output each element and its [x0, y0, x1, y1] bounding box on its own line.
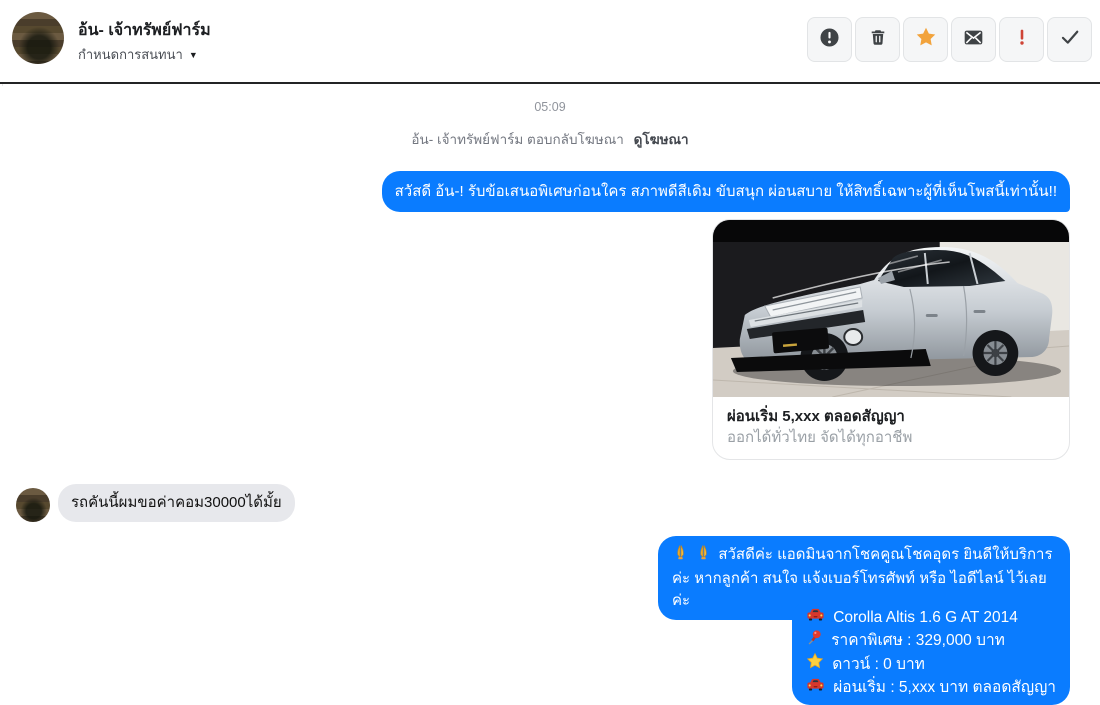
car-icon	[806, 677, 825, 699]
delete-button[interactable]	[855, 17, 900, 62]
star-button[interactable]	[903, 17, 948, 62]
pushpin-icon	[806, 629, 823, 653]
thread-timestamp: 05:09	[534, 100, 566, 114]
spec-line-installment: ผ่อนเริ่ม : 5,xxx บาท ตลอดสัญญา	[806, 677, 1056, 699]
report-spam-icon	[819, 27, 840, 53]
conversation-schedule-dropdown[interactable]: กำหนดการสนทนา ▼	[78, 44, 198, 65]
envelope-icon	[963, 27, 984, 53]
contact-avatar[interactable]	[12, 12, 64, 64]
ad-reply-context: อ้น- เจ้าทรัพย์ฟาร์ม ตอบกลับโฆษณา ดูโฆษณ…	[0, 128, 1100, 150]
ad-card[interactable]: ผ่อนเริ่ม 5,xxx ตลอดสัญญา ออกได้ทั่วไทย …	[712, 219, 1070, 460]
spec-line-model: Corolla Altis 1.6 G AT 2014	[806, 607, 1056, 629]
car-icon	[806, 607, 825, 629]
moderation-toolbar	[807, 17, 1092, 62]
spec-price-text: ราคาพิเศษ : 329,000 บาท	[831, 631, 1005, 649]
spec-down-text: ดาวน์ : 0 บาท	[832, 655, 925, 673]
gold-star-icon	[806, 652, 824, 677]
trash-icon	[868, 27, 888, 52]
incoming-message-commission: รถคันนี้ผมขอค่าคอม30000ได้มั้ย	[58, 484, 295, 522]
spec-line-down: ดาวน์ : 0 บาท	[806, 652, 1056, 677]
message-thread: 05:09 อ้น- เจ้าทรัพย์ฟาร์ม ตอบกลับโฆษณา …	[0, 86, 1100, 705]
spec-installment-text: ผ่อนเริ่ม : 5,xxx บาท ตลอดสัญญา	[833, 678, 1056, 696]
view-ad-link[interactable]: ดูโฆษณา	[634, 132, 689, 147]
outgoing-message-greeting: สวัสดี อ้น-! รับข้อเสนอพิเศษก่อนใคร สภาพ…	[381, 171, 1070, 212]
contact-name[interactable]: อ้น- เจ้าทรัพย์ฟาร์ม	[78, 18, 211, 43]
conversation-schedule-label: กำหนดการสนทนา	[78, 47, 183, 62]
mark-unread-button[interactable]	[951, 17, 996, 62]
spec-model-text: Corolla Altis 1.6 G AT 2014	[833, 609, 1018, 626]
conversation-header: อ้น- เจ้าทรัพย์ฟาร์ม กำหนดการสนทนา ▼	[0, 0, 1100, 84]
ad-card-subtitle: ออกได้ทั่วไทย จัดได้ทุกอาชีพ	[727, 429, 913, 446]
mark-done-button[interactable]	[1047, 17, 1092, 62]
ad-card-title: ผ่อนเริ่ม 5,xxx ตลอดสัญญา	[727, 408, 905, 425]
car-photo-image	[713, 220, 1069, 397]
ad-card-caption: ผ่อนเริ่ม 5,xxx ตลอดสัญญา ออกได้ทั่วไทย …	[713, 397, 1069, 459]
sender-avatar[interactable]	[16, 488, 50, 522]
check-icon	[1059, 26, 1081, 53]
mark-important-button[interactable]	[999, 17, 1044, 62]
star-icon	[915, 26, 937, 53]
spec-line-price: ราคาพิเศษ : 329,000 บาท	[806, 629, 1056, 653]
ad-reply-text: อ้น- เจ้าทรัพย์ฟาร์ม ตอบกลับโฆษณา	[411, 132, 624, 147]
report-spam-button[interactable]	[807, 17, 852, 62]
praying-hands-icon	[695, 544, 712, 568]
outgoing-message-car-specs: Corolla Altis 1.6 G AT 2014 ราคาพิเศษ : …	[792, 600, 1070, 705]
incoming-message-row: รถคันนี้ผมขอค่าคอม30000ได้มั้ย	[16, 484, 295, 522]
exclamation-icon	[1012, 27, 1032, 52]
chevron-down-icon: ▼	[188, 49, 198, 60]
praying-hands-icon	[672, 544, 689, 568]
